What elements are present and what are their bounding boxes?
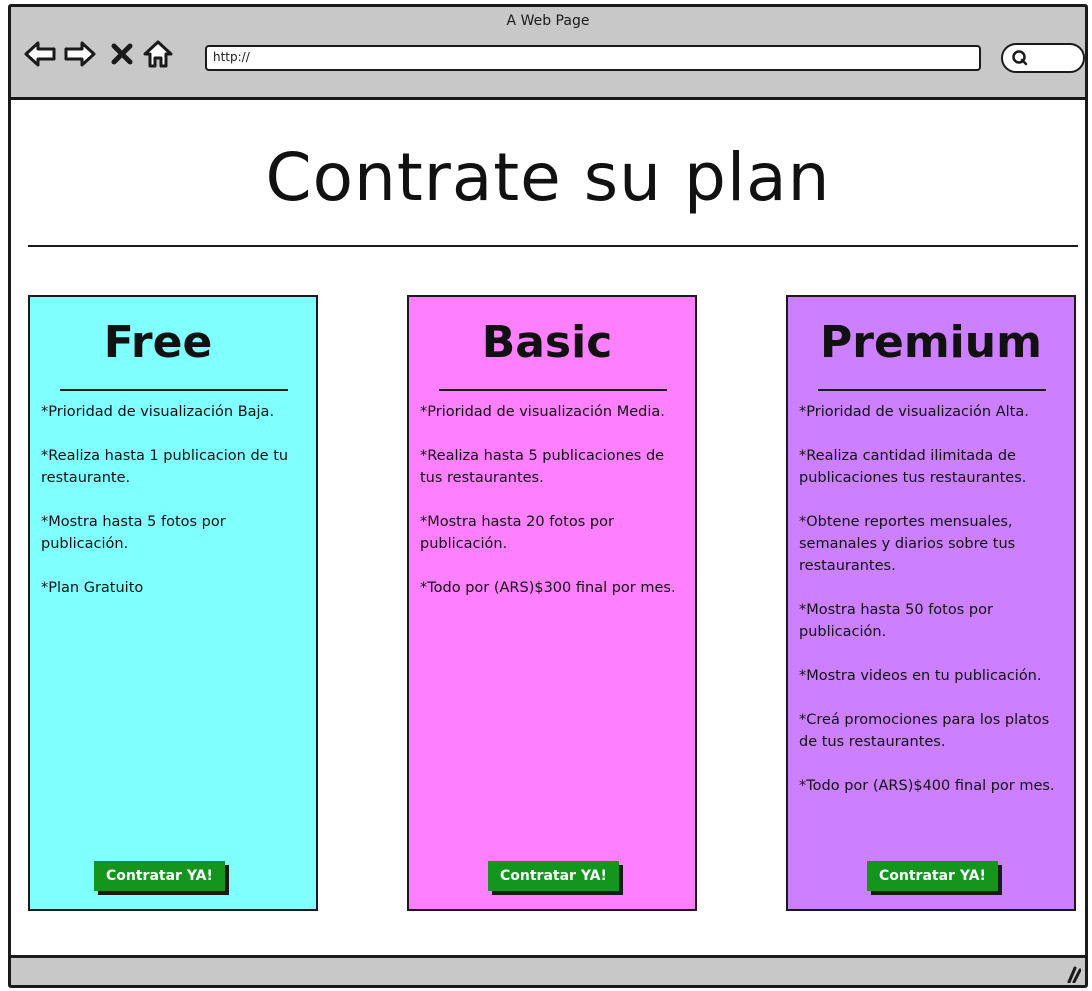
plan-divider (818, 389, 1046, 391)
forward-button[interactable] (63, 37, 97, 71)
plan-card-premium: Premium *Prioridad de visualización Alta… (786, 295, 1076, 911)
home-icon (143, 40, 173, 68)
feature-item: *Prioridad de visualización Baja. (41, 404, 275, 420)
plan-title: Basic (481, 317, 613, 368)
contract-button-premium[interactable]: Contratar YA! (867, 861, 998, 891)
stop-button[interactable] (105, 37, 139, 71)
search-button[interactable] (1001, 43, 1085, 73)
feature-item: *Realiza hasta 1 publicacion de tu resta… (41, 448, 289, 486)
plan-features: *Prioridad de visualización Media. *Real… (420, 401, 688, 621)
window-title: A Web Page (506, 13, 590, 29)
feature-item: *Mostra hasta 5 fotos por publicación. (41, 514, 226, 552)
feature-item: *Mostra videos en tu publicación. (799, 668, 1042, 684)
plan-title: Free (103, 317, 213, 368)
feature-item: *Prioridad de visualización Alta. (799, 404, 1029, 420)
feature-item: *Prioridad de visualización Media. (420, 404, 665, 420)
plan-features: *Prioridad de visualización Alta. *Reali… (799, 401, 1067, 819)
forward-arrow-icon (64, 41, 96, 67)
plan-card-free: Free *Prioridad de visualización Baja. *… (28, 295, 318, 911)
plan-title: Premium (820, 317, 1042, 368)
url-input[interactable]: http:// (205, 45, 981, 71)
feature-item: *Todo por (ARS)$400 final por mes. (799, 778, 1055, 794)
feature-item: *Mostra hasta 20 fotos por publicación. (420, 514, 614, 552)
feature-item: *Mostra hasta 50 fotos por publicación. (799, 602, 993, 640)
resize-grip-icon[interactable] (1063, 965, 1081, 983)
feature-item: *Realiza cantidad ilimitada de publicaci… (799, 448, 1027, 486)
status-bar (11, 955, 1085, 985)
feature-item: *Obtene reportes mensuales, semanales y … (799, 514, 1016, 574)
contract-button-basic[interactable]: Contratar YA! (488, 861, 619, 891)
browser-window: A Web Page http:// Contrate su plan Free… (8, 4, 1088, 988)
heading-divider (28, 245, 1078, 247)
feature-item: *Plan Gratuito (41, 580, 144, 596)
contract-button-free[interactable]: Contratar YA! (94, 861, 225, 891)
search-icon (1012, 50, 1028, 66)
browser-toolbar: A Web Page http:// (11, 7, 1085, 100)
plan-divider (60, 389, 288, 391)
feature-item: *Creá promociones para los platos de tus… (799, 712, 1050, 750)
back-button[interactable] (23, 37, 57, 71)
feature-item: *Todo por (ARS)$300 final por mes. (420, 580, 676, 596)
plan-features: *Prioridad de visualización Baja. *Reali… (41, 401, 309, 621)
plan-card-basic: Basic *Prioridad de visualización Media.… (407, 295, 697, 911)
close-icon (111, 43, 133, 65)
plan-divider (439, 389, 667, 391)
home-button[interactable] (141, 37, 175, 71)
feature-item: *Realiza hasta 5 publicaciones de tus re… (420, 448, 665, 486)
back-arrow-icon (24, 41, 56, 67)
page-title: Contrate su plan (265, 139, 831, 216)
